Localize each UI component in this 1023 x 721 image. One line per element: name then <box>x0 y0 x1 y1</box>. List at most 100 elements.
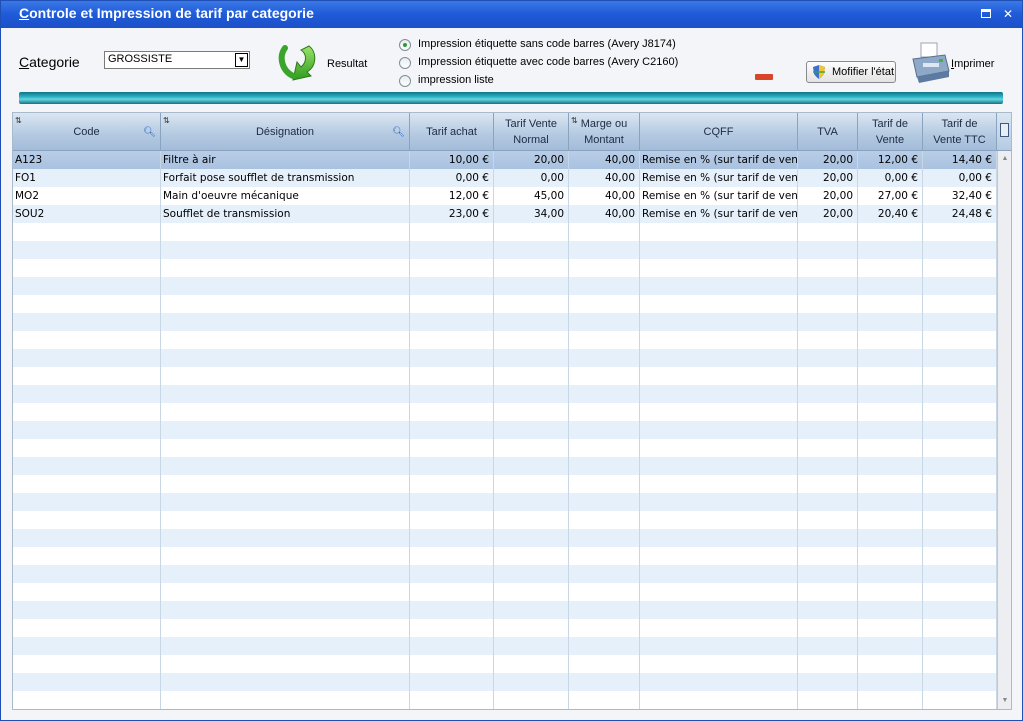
imprimer-label[interactable]: Imprimer <box>951 58 994 70</box>
cell-tarif-ttc[interactable] <box>923 277 997 295</box>
cell-designation[interactable] <box>161 223 410 241</box>
cell-marge[interactable] <box>569 493 640 511</box>
cell-code[interactable] <box>13 439 161 457</box>
cell-tarif-vente-normal[interactable] <box>494 637 569 655</box>
cell-tarif-vente-normal[interactable] <box>494 565 569 583</box>
cell-tarif-achat[interactable] <box>410 259 494 277</box>
cell-designation[interactable] <box>161 565 410 583</box>
cell-marge[interactable] <box>569 367 640 385</box>
cell-cqff[interactable] <box>640 619 798 637</box>
cell-designation[interactable] <box>161 349 410 367</box>
cell-tarif-ttc[interactable] <box>923 673 997 691</box>
cell-cqff[interactable] <box>640 367 798 385</box>
cell-marge[interactable]: 40,00 <box>569 151 640 169</box>
cell-designation[interactable] <box>161 367 410 385</box>
cell-tarif-ttc[interactable] <box>923 547 997 565</box>
cell-designation[interactable] <box>161 277 410 295</box>
cell-tarif-achat[interactable] <box>410 367 494 385</box>
column-header-tva[interactable]: TVA <box>798 113 858 151</box>
cell-tarif-vente-normal[interactable] <box>494 259 569 277</box>
cell-tarif-vente[interactable] <box>858 385 923 403</box>
cell-tva[interactable] <box>798 403 858 421</box>
cell-marge[interactable] <box>569 421 640 439</box>
table-row[interactable] <box>13 421 997 439</box>
cell-tarif-achat[interactable] <box>410 493 494 511</box>
cell-marge[interactable] <box>569 403 640 421</box>
cell-tarif-achat[interactable]: 10,00 € <box>410 151 494 169</box>
cell-designation[interactable] <box>161 241 410 259</box>
cell-marge[interactable] <box>569 277 640 295</box>
table-row[interactable] <box>13 493 997 511</box>
cell-tva[interactable] <box>798 421 858 439</box>
table-row[interactable] <box>13 583 997 601</box>
cell-code[interactable] <box>13 529 161 547</box>
cell-code[interactable] <box>13 511 161 529</box>
cell-tarif-vente-normal[interactable] <box>494 547 569 565</box>
cell-tarif-achat[interactable] <box>410 673 494 691</box>
cell-cqff[interactable] <box>640 421 798 439</box>
cell-tarif-vente-normal[interactable] <box>494 439 569 457</box>
cell-tarif-achat[interactable] <box>410 565 494 583</box>
vertical-scrollbar[interactable]: ▲ ▼ <box>997 151 1011 709</box>
cell-code[interactable] <box>13 547 161 565</box>
radio-button[interactable] <box>399 39 411 51</box>
cell-tarif-vente[interactable] <box>858 673 923 691</box>
cell-cqff[interactable] <box>640 637 798 655</box>
cell-tarif-vente[interactable] <box>858 637 923 655</box>
cell-marge[interactable] <box>569 637 640 655</box>
cell-tarif-vente-normal[interactable] <box>494 619 569 637</box>
cell-code[interactable] <box>13 277 161 295</box>
cell-tarif-vente[interactable] <box>858 421 923 439</box>
cell-designation[interactable] <box>161 385 410 403</box>
table-row[interactable] <box>13 475 997 493</box>
table-row[interactable] <box>13 565 997 583</box>
cell-tarif-vente[interactable] <box>858 547 923 565</box>
cell-tarif-vente[interactable]: 12,00 € <box>858 151 923 169</box>
cell-tarif-achat[interactable] <box>410 421 494 439</box>
close-icon[interactable]: ✕ <box>1001 7 1015 21</box>
table-row[interactable] <box>13 655 997 673</box>
cell-tarif-vente[interactable] <box>858 457 923 475</box>
table-row[interactable] <box>13 601 997 619</box>
cell-code[interactable] <box>13 313 161 331</box>
column-chooser[interactable] <box>997 113 1011 151</box>
cell-tva[interactable] <box>798 583 858 601</box>
cell-tarif-ttc[interactable] <box>923 223 997 241</box>
cell-cqff[interactable] <box>640 241 798 259</box>
cell-cqff[interactable] <box>640 385 798 403</box>
cell-tva[interactable]: 20,00 <box>798 151 858 169</box>
cell-tarif-vente[interactable] <box>858 277 923 295</box>
cell-code[interactable] <box>13 601 161 619</box>
cell-marge[interactable] <box>569 691 640 709</box>
cell-tarif-vente[interactable] <box>858 349 923 367</box>
cell-tva[interactable] <box>798 529 858 547</box>
cell-tarif-achat[interactable] <box>410 313 494 331</box>
cell-code[interactable] <box>13 583 161 601</box>
cell-tarif-ttc[interactable]: 24,48 € <box>923 205 997 223</box>
scroll-down-icon[interactable]: ▼ <box>999 695 1011 707</box>
cell-cqff[interactable]: Remise en % (sur tarif de vente <box>640 169 798 187</box>
cell-tva[interactable] <box>798 637 858 655</box>
cell-code[interactable] <box>13 691 161 709</box>
cell-tarif-achat[interactable] <box>410 331 494 349</box>
cell-marge[interactable] <box>569 511 640 529</box>
cell-tarif-achat[interactable] <box>410 241 494 259</box>
cell-tarif-ttc[interactable] <box>923 241 997 259</box>
table-row[interactable] <box>13 691 997 709</box>
cell-code[interactable] <box>13 457 161 475</box>
radio-button[interactable] <box>399 57 411 69</box>
cell-tarif-ttc[interactable]: 32,40 € <box>923 187 997 205</box>
cell-designation[interactable] <box>161 403 410 421</box>
cell-cqff[interactable] <box>640 259 798 277</box>
column-header-designation[interactable]: ⇅ Désignation 🔍︎ <box>161 113 410 151</box>
cell-code[interactable] <box>13 295 161 313</box>
cell-tarif-ttc[interactable] <box>923 295 997 313</box>
table-row[interactable] <box>13 313 997 331</box>
cell-tarif-achat[interactable] <box>410 547 494 565</box>
cell-tarif-ttc[interactable] <box>923 583 997 601</box>
cell-marge[interactable] <box>569 349 640 367</box>
title-bar[interactable]: Controle et Impression de tarif par cate… <box>1 1 1022 28</box>
cell-tarif-vente-normal[interactable] <box>494 421 569 439</box>
scroll-up-icon[interactable]: ▲ <box>999 153 1011 165</box>
cell-tarif-ttc[interactable] <box>923 403 997 421</box>
